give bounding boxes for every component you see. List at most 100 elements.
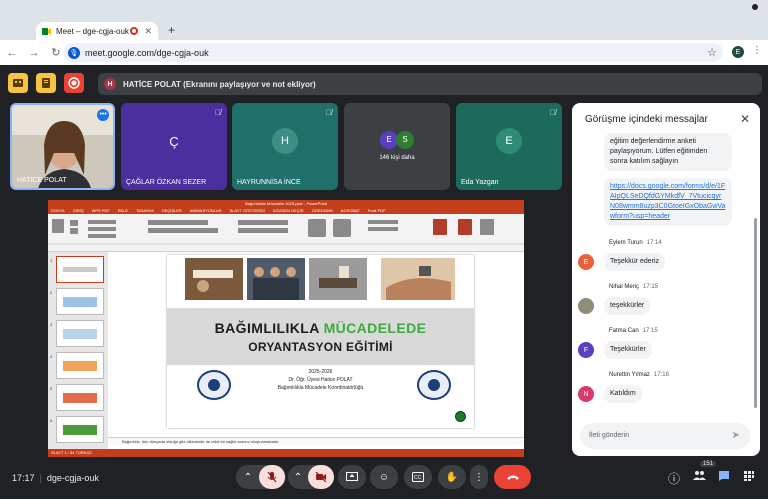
slide-presenter: Dr. Öğr. Üyesi Hatice POLAT — [288, 377, 353, 383]
raise-hand-button[interactable]: ✋ — [438, 465, 466, 489]
present-button[interactable] — [338, 465, 366, 489]
menu-item[interactable]: TASARIM — [136, 207, 153, 214]
more-participants-count: 146 kişi daha — [379, 155, 415, 161]
meeting-info: 17:17 | dge-cgja-ouk — [12, 473, 99, 483]
send-icon[interactable]: ➤ — [732, 423, 740, 449]
more-options-button[interactable]: ⋮ — [470, 465, 488, 489]
chat-message: Teşekkür ederiz — [604, 253, 666, 271]
menu-item[interactable]: ACROBAT — [341, 207, 360, 214]
people-icon[interactable] — [693, 470, 706, 484]
slide-title-line-2: ORYANTASYON EĞİTİMİ — [248, 340, 393, 354]
menu-item[interactable]: GEÇİŞLER — [162, 207, 182, 214]
chat-icon[interactable] — [718, 470, 730, 485]
slide-thumbnail[interactable] — [56, 256, 104, 283]
message-header: Eylem Turun 17:14 — [609, 240, 662, 246]
slide-photo-hands — [381, 258, 455, 300]
participant-tile-others[interactable]: E S 146 kişi daha — [344, 103, 450, 190]
activities-grid-icon[interactable] — [743, 470, 755, 485]
captions-icon: CC — [412, 472, 424, 482]
notes-icon[interactable] — [36, 73, 56, 93]
ribbon-icons — [48, 219, 524, 245]
slide-thumbnails: 1 2 3 4 5 6 — [48, 252, 108, 450]
presenting-banner: H HATİCE POLAT (Ekranını paylaşıyor ve n… — [98, 73, 762, 95]
chat-input-placeholder: İleti gönderin — [589, 432, 630, 439]
profile-avatar[interactable]: E — [732, 46, 744, 58]
close-icon[interactable]: ✕ — [740, 112, 750, 126]
captions-button[interactable]: CC — [404, 465, 432, 489]
forward-icon[interactable]: → — [24, 47, 44, 59]
emoji-icon: ☺ — [378, 471, 390, 483]
slide-thumbnail[interactable] — [56, 384, 104, 411]
slide-office: Bağımlılıkla Mücadele Koordinatörlüğü — [277, 385, 364, 391]
participant-name: Eda Yazgan — [461, 179, 499, 186]
avatar: Ç — [169, 133, 179, 149]
url-text: meet.google.com/dge-cgja-ouk — [85, 47, 209, 58]
participant-tile-hayrunnisa[interactable]: 🎙̸ H HAYRUNNİSA İNCE — [232, 103, 338, 190]
chat-link-message: https://docs.google.com/forms/d/e/1FAIpQ… — [604, 178, 732, 226]
participant-tile-caglar[interactable]: 🎙̸ Ç ÇAĞLAR ÖZKAN SEZER — [121, 103, 227, 190]
form-link[interactable]: https://docs.google.com/forms/d/e/1FAIpQ… — [610, 183, 725, 220]
bookmark-star-icon[interactable]: ☆ — [707, 46, 717, 59]
mic-off-button[interactable] — [259, 465, 285, 489]
meet-tab[interactable]: Meet – dge-cgja-ouk ✕ — [36, 22, 158, 40]
participant-tile-hatice-polat[interactable]: HATİCE POLAT ••• — [10, 103, 115, 190]
menu-item[interactable]: GİRİŞ — [73, 207, 84, 214]
meeting-details-icon[interactable]: ⓘ — [668, 470, 680, 487]
tab-title: Meet – dge-cgja-ouk — [56, 26, 129, 36]
browser-menu-icon[interactable]: ⋮ — [752, 45, 762, 56]
more-options-icon[interactable]: ••• — [97, 109, 109, 121]
menu-item[interactable]: SLAYT GÖSTERİSİ — [230, 207, 265, 214]
menu-item[interactable]: WPS PDF — [92, 207, 110, 214]
clock-time: 17:17 — [12, 473, 35, 483]
back-icon[interactable]: ← — [2, 47, 22, 59]
slide-photo-people — [247, 258, 305, 300]
recording-status-icon[interactable] — [64, 73, 84, 93]
menu-item[interactable]: GÖRÜNÜM — [312, 207, 333, 214]
chat-scrollbar[interactable] — [754, 218, 757, 408]
address-bar[interactable]: 🎙 meet.google.com/dge-cgja-ouk ☆ — [63, 43, 723, 62]
mic-off-icon: 🎙̸ — [326, 108, 332, 117]
participant-name: HATİCE POLAT — [17, 177, 67, 184]
meeting-code: dge-cgja-ouk — [46, 473, 99, 483]
menu-item[interactable]: EKLE — [118, 207, 128, 214]
mic-options-chevron-icon[interactable]: ⌃ — [237, 472, 259, 483]
menu-item[interactable]: GÖZDEN GEÇİR — [273, 207, 304, 214]
powerpoint-title-bar: Bağımlılıkla Mücadele 2025.pptx - PowerP… — [48, 200, 524, 207]
participant-tile-eda[interactable]: 🎙̸ E Eda Yazgan — [456, 103, 562, 190]
slide-thumbnail[interactable] — [56, 416, 104, 443]
slide-photo-addiction — [309, 258, 367, 300]
menu-item[interactable]: DOSYA — [51, 207, 65, 214]
sender-avatar: N — [578, 386, 594, 402]
reactions-button[interactable]: ☺ — [370, 465, 398, 489]
chat-input[interactable]: İleti gönderin ➤ — [580, 423, 750, 449]
leave-call-button[interactable] — [494, 465, 531, 489]
powerpoint-ribbon — [48, 214, 524, 252]
new-tab-icon[interactable]: + — [168, 23, 175, 37]
slide-thumbnail[interactable] — [56, 320, 104, 347]
avatar: S — [396, 131, 414, 149]
mic-off-icon: 🎙̸ — [550, 108, 556, 117]
recording-icon — [130, 27, 139, 35]
mic-off-icon: 🎙̸ — [215, 108, 221, 117]
sender-avatar: F — [578, 342, 594, 358]
activities-icon[interactable] — [8, 73, 28, 93]
slide-year: 2025-2026 — [308, 369, 333, 375]
slide-thumbnail[interactable] — [56, 352, 104, 379]
shared-screen[interactable]: Bağımlılıkla Mücadele 2025.pptx - PowerP… — [48, 200, 524, 457]
menu-item[interactable]: Foxit PDF — [368, 207, 386, 214]
avatar: H — [272, 128, 298, 155]
slide-thumbnail[interactable] — [56, 288, 104, 315]
camera-off-button[interactable] — [308, 465, 334, 489]
meet-favicon-icon — [42, 27, 51, 36]
slide-title-band: BAĞIMLILIKLA MÜCADELEDE ORYANTASYON EĞİT… — [167, 308, 474, 365]
current-slide: BAĞIMLILIKLA MÜCADELEDE ORYANTASYON EĞİT… — [167, 255, 474, 428]
menu-item[interactable]: ANİMASYONLAR — [190, 207, 222, 214]
window-control-icon[interactable] — [752, 4, 758, 10]
camera-options-chevron-icon[interactable]: ⌃ — [288, 472, 308, 483]
site-info-icon[interactable]: 🎙 — [68, 46, 80, 59]
tab-close-icon[interactable]: ✕ — [144, 26, 152, 37]
mic-control: ⌃ — [236, 465, 286, 489]
message-header: Fatma Can 17:15 — [609, 328, 658, 334]
camera-control: ⌃ — [288, 465, 334, 489]
hang-up-icon — [506, 475, 519, 480]
